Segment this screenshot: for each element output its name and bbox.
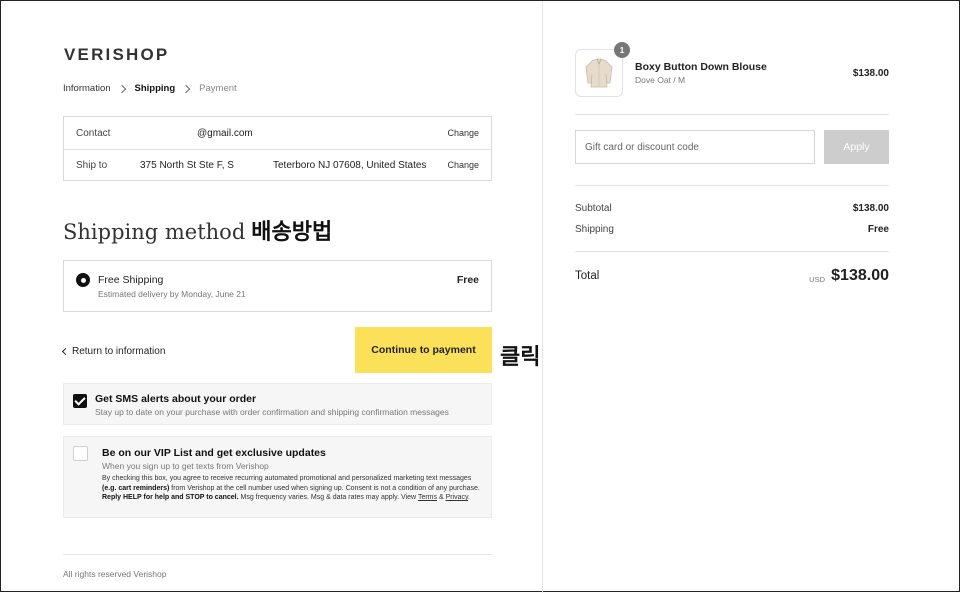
product-variant: Dove Oat / M [635,75,686,85]
vip-subtitle: When you sign up to get texts from Veris… [102,461,269,471]
product-price: $138.00 [852,68,889,79]
quantity-badge: 1 [614,42,630,58]
legal-period: . [468,494,470,502]
breadcrumb-shipping: Shipping [134,83,176,94]
legal-part-4: Reply HELP for help and STOP to cancel. [102,494,239,502]
subtotal-label: Subtotal [575,203,612,214]
shipping-annotation: 배송방법 [251,220,333,245]
vip-legal-text: By checking this box, you agree to recei… [102,474,482,503]
breadcrumb: Information Shipping Payment [63,83,237,94]
breadcrumb-information[interactable]: Information [63,83,111,94]
shipping-method-title: Shipping method [63,220,246,244]
sms-alerts-option[interactable]: Get SMS alerts about your order Stay up … [63,383,492,425]
chevron-right-icon [117,84,126,93]
shipto-row: Ship to 375 North St Ste F, S Teterboro … [64,149,491,181]
continue-to-payment-button[interactable]: Continue to payment [355,327,492,373]
verishop-logo[interactable]: VERISHOP [64,45,169,65]
change-contact-link[interactable]: Change [447,128,479,138]
click-annotation: 클릭 [500,345,541,370]
shipping-method-heading: Shipping method 배송방법 [63,214,332,246]
shipping-value: Free [867,224,889,235]
blouse-image [585,58,613,88]
terms-link[interactable]: Terms [418,494,437,501]
legal-part-1: By checking this box, you agree to recei… [102,475,472,482]
shipping-option-free[interactable]: Free Shipping Estimated delivery by Mond… [63,260,492,312]
return-to-information-link[interactable]: Return to information [61,346,165,357]
chevron-right-icon [181,84,191,93]
summary-divider [575,114,889,115]
footer-text: All rights reserved Verishop [63,569,167,579]
chevron-left-icon [61,347,70,356]
discount-code-input[interactable] [575,130,815,164]
order-summary: 1 Boxy Button Down Blouse Dove Oat / M $… [542,1,960,593]
contact-row: Contact @gmail.com Change [64,117,491,150]
apply-button[interactable]: Apply [824,130,889,164]
currency-code: USD [809,275,825,284]
shipping-option-estimate: Estimated delivery by Monday, June 21 [98,289,246,299]
total-value: $138.00 [831,267,889,284]
review-box: Contact @gmail.com Change Ship to 375 No… [63,116,492,181]
return-label[interactable]: Return to information [72,346,165,357]
shipto-address: 375 North St Ste F, S [140,160,234,171]
total-label: Total [575,270,600,282]
footer-divider [63,554,492,555]
summary-divider [575,185,889,186]
breadcrumb-payment: Payment [199,83,237,94]
privacy-link[interactable]: Privacy [446,494,468,501]
product-name: Boxy Button Down Blouse [635,61,767,73]
legal-amp: & [438,494,444,502]
shipping-option-price: Free [456,274,479,286]
vip-title: Be on our VIP List and get exclusive upd… [102,447,326,459]
sms-subtitle: Stay up to date on your purchase with or… [95,407,449,417]
sms-title: Get SMS alerts about your order [95,393,257,405]
subtotal-value: $138.00 [852,203,889,214]
contact-label: Contact [76,128,111,139]
summary-divider [575,251,889,252]
product-thumbnail [575,49,623,97]
checkbox-checked-icon[interactable] [73,394,87,408]
vip-list-option[interactable]: Be on our VIP List and get exclusive upd… [63,436,492,518]
shipping-label: Shipping [575,224,614,235]
shipto-label: Ship to [76,160,108,171]
shipping-option-name: Free Shipping [98,274,164,286]
legal-part-3: from Verishop at the cell number used wh… [171,484,480,492]
change-shipto-link[interactable]: Change [447,160,479,170]
shipto-address-city: Teterboro NJ 07608, United States [273,160,427,171]
contact-value: @gmail.com [197,128,253,139]
checkout-main: VERISHOP Information Shipping Payment Co… [1,1,542,593]
legal-part-2: (e.g. cart reminders) [102,484,170,492]
legal-part-5: Msg frequency varies. Msg & data rates m… [240,494,417,502]
checkbox-unchecked-icon[interactable] [73,446,88,461]
radio-selected-icon[interactable] [76,273,90,287]
